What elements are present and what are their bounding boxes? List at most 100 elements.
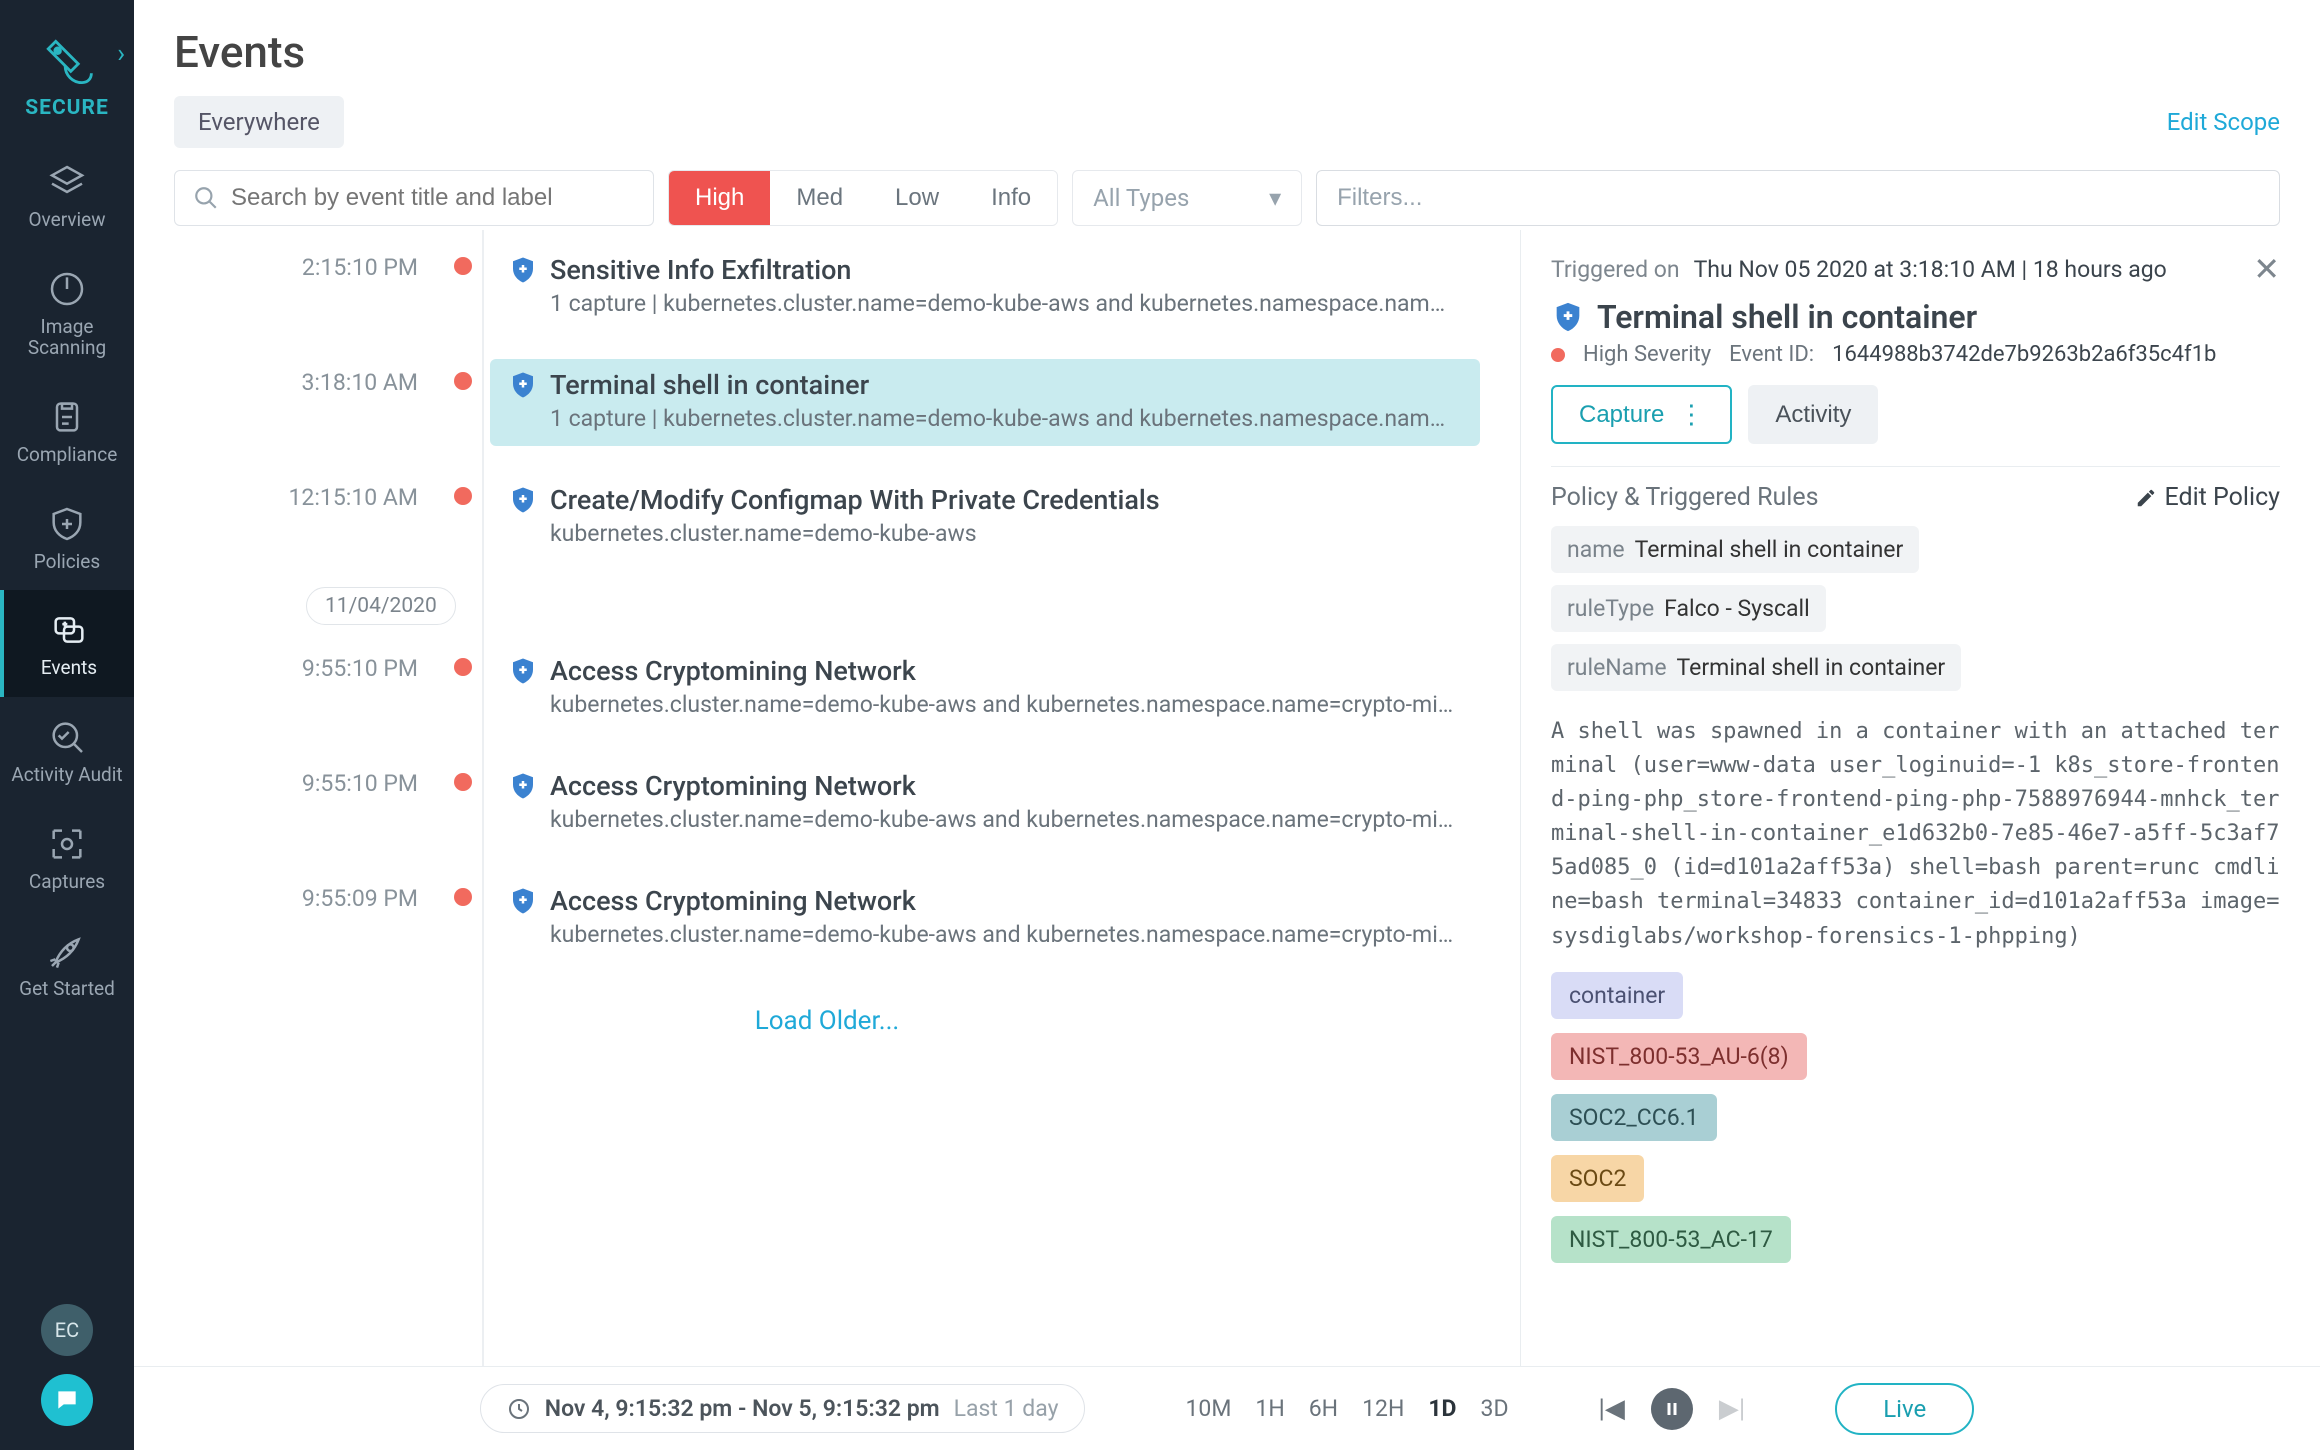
event-time: 12:15:10 AM (134, 474, 454, 511)
event-title: Access Cryptomining Network (550, 770, 916, 802)
shield-icon (508, 485, 538, 515)
shield-plus-icon (45, 502, 89, 546)
event-title: Access Cryptomining Network (550, 885, 916, 917)
page-title: Events (174, 26, 2280, 78)
sidebar-item-get-started[interactable]: Get Started (0, 911, 134, 1018)
time-preset-6h[interactable]: 6H (1309, 1395, 1338, 1422)
severity-dot-icon (454, 773, 472, 791)
live-button[interactable]: Live (1835, 1383, 1974, 1435)
time-preset-10m[interactable]: 10M (1185, 1395, 1231, 1422)
shield-icon (508, 370, 538, 400)
time-preset-1h[interactable]: 1H (1255, 1395, 1284, 1422)
shield-icon (508, 255, 538, 285)
event-subtitle: 1 capture | kubernetes.cluster.name=demo… (550, 290, 1456, 317)
sidebar-item-events[interactable]: Events (0, 590, 134, 697)
event-title: Create/Modify Configmap With Private Cre… (550, 484, 1160, 516)
shield-icon (1551, 300, 1585, 334)
event-details-panel: Triggered on Thu Nov 05 2020 at 3:18:10 … (1520, 230, 2320, 1366)
event-row[interactable]: 12:15:10 AM Create/Modify Configmap With… (134, 460, 1520, 575)
tag[interactable]: SOC2_CC6.1 (1551, 1094, 1717, 1141)
tag[interactable]: NIST_800-53_AU-6(8) (1551, 1033, 1807, 1080)
kebab-icon: ⋮ (1678, 399, 1704, 430)
severity-med-button[interactable]: Med (770, 171, 869, 225)
user-avatar[interactable]: EC (41, 1304, 93, 1356)
search-input-wrapper[interactable] (174, 170, 654, 226)
edit-scope-link[interactable]: Edit Scope (2167, 108, 2280, 136)
time-preset-12h[interactable]: 12H (1362, 1395, 1404, 1422)
event-id-value: 1644988b3742de7b9263b2a6f35c4f1b (1832, 342, 2216, 367)
rule-kv: nameTerminal shell in container (1551, 526, 1919, 573)
triggered-value: Thu Nov 05 2020 at 3:18:10 AM | 18 hours… (1694, 256, 2167, 283)
activity-button[interactable]: Activity (1748, 385, 1878, 444)
rule-description: A shell was spawned in a container with … (1551, 715, 2280, 954)
severity-dot-icon (454, 888, 472, 906)
sidebar-item-captures[interactable]: Captures (0, 804, 134, 911)
sidebar-item-overview[interactable]: Overview (0, 142, 134, 249)
severity-info-button[interactable]: Info (965, 171, 1057, 225)
search-input[interactable] (231, 184, 635, 212)
pause-button[interactable] (1651, 1388, 1693, 1430)
event-subtitle: kubernetes.cluster.name=demo-kube-aws an… (550, 806, 1456, 833)
event-time: 9:55:10 PM (134, 760, 454, 797)
event-row[interactable]: 9:55:10 PM Access Cryptomining Network k… (134, 631, 1520, 746)
sidebar: › SECURE Overview Image Scanning Complia… (0, 0, 134, 1450)
event-row[interactable]: 9:55:09 PM Access Cryptomining Network k… (134, 861, 1520, 976)
shield-icon (508, 656, 538, 686)
load-older-link[interactable]: Load Older... (134, 976, 1520, 1066)
severity-low-button[interactable]: Low (869, 171, 965, 225)
severity-high-button[interactable]: High (669, 171, 770, 225)
power-icon (45, 267, 89, 311)
event-row[interactable]: 3:18:10 AM Terminal shell in container 1… (134, 345, 1520, 460)
scope-chip[interactable]: Everywhere (174, 96, 344, 148)
playback-controls: |◀ ▶| (1599, 1388, 1746, 1430)
chevron-down-icon: ▾ (1269, 184, 1281, 212)
types-dropdown[interactable]: All Types ▾ (1072, 170, 1302, 226)
sidebar-item-compliance[interactable]: Compliance (0, 377, 134, 484)
clock-icon (507, 1397, 531, 1421)
event-title: Sensitive Info Exfiltration (550, 254, 851, 286)
severity-dot-icon (454, 658, 472, 676)
layers-icon (45, 160, 89, 204)
sidebar-item-policies[interactable]: Policies (0, 484, 134, 591)
rule-kv: ruleNameTerminal shell in container (1551, 644, 1961, 691)
severity-dot-icon (454, 487, 472, 505)
skip-back-icon[interactable]: |◀ (1599, 1394, 1625, 1424)
capture-button[interactable]: Capture ⋮ (1551, 385, 1732, 444)
event-time: 9:55:09 PM (134, 875, 454, 912)
filters-input[interactable] (1316, 170, 2280, 226)
activity-search-icon (45, 715, 89, 759)
main: Events Everywhere Edit Scope High Med Lo… (134, 0, 2320, 1450)
time-preset-3d[interactable]: 3D (1481, 1395, 1509, 1422)
triggered-label: Triggered on (1551, 256, 1680, 283)
skip-forward-icon[interactable]: ▶| (1719, 1394, 1745, 1424)
tag[interactable]: SOC2 (1551, 1155, 1644, 1202)
tag[interactable]: container (1551, 972, 1683, 1019)
event-id-label: Event ID: (1729, 342, 1814, 367)
edit-policy-link[interactable]: Edit Policy (2135, 483, 2280, 512)
tags: container NIST_800-53_AU-6(8) SOC2_CC6.1… (1551, 972, 2280, 1277)
event-title: Access Cryptomining Network (550, 655, 916, 687)
event-time: 9:55:10 PM (134, 645, 454, 682)
time-preset-1d[interactable]: 1D (1428, 1395, 1456, 1422)
severity-label: High Severity (1583, 342, 1711, 367)
sidebar-expand-icon[interactable]: › (117, 39, 125, 69)
event-time: 2:15:10 PM (134, 244, 454, 281)
tag[interactable]: NIST_800-53_AC-17 (1551, 1216, 1791, 1263)
detail-title: Terminal shell in container (1597, 298, 1977, 336)
shield-icon (508, 886, 538, 916)
event-subtitle: kubernetes.cluster.name=demo-kube-aws an… (550, 691, 1456, 718)
rule-kv: ruleTypeFalco - Syscall (1551, 585, 1826, 632)
search-icon (193, 185, 219, 211)
sidebar-item-image-scanning[interactable]: Image Scanning (0, 249, 134, 377)
event-row[interactable]: 9:55:10 PM Access Cryptomining Network k… (134, 746, 1520, 861)
time-preset-group: 10M 1H 6H 12H 1D 3D (1185, 1395, 1508, 1422)
app-logo-icon (37, 32, 97, 92)
time-range-pill[interactable]: Nov 4, 9:15:32 pm - Nov 5, 9:15:32 pm La… (480, 1384, 1086, 1433)
header: Events Everywhere Edit Scope High Med Lo… (134, 0, 2320, 230)
date-divider: 11/04/2020 (306, 587, 456, 625)
event-row[interactable]: 2:15:10 PM Sensitive Info Exfiltration 1… (134, 230, 1520, 345)
event-subtitle: kubernetes.cluster.name=demo-kube-aws an… (550, 921, 1456, 948)
close-icon[interactable]: ✕ (2253, 250, 2280, 288)
sidebar-item-activity-audit[interactable]: Activity Audit (0, 697, 134, 804)
help-chat-button[interactable] (41, 1374, 93, 1426)
